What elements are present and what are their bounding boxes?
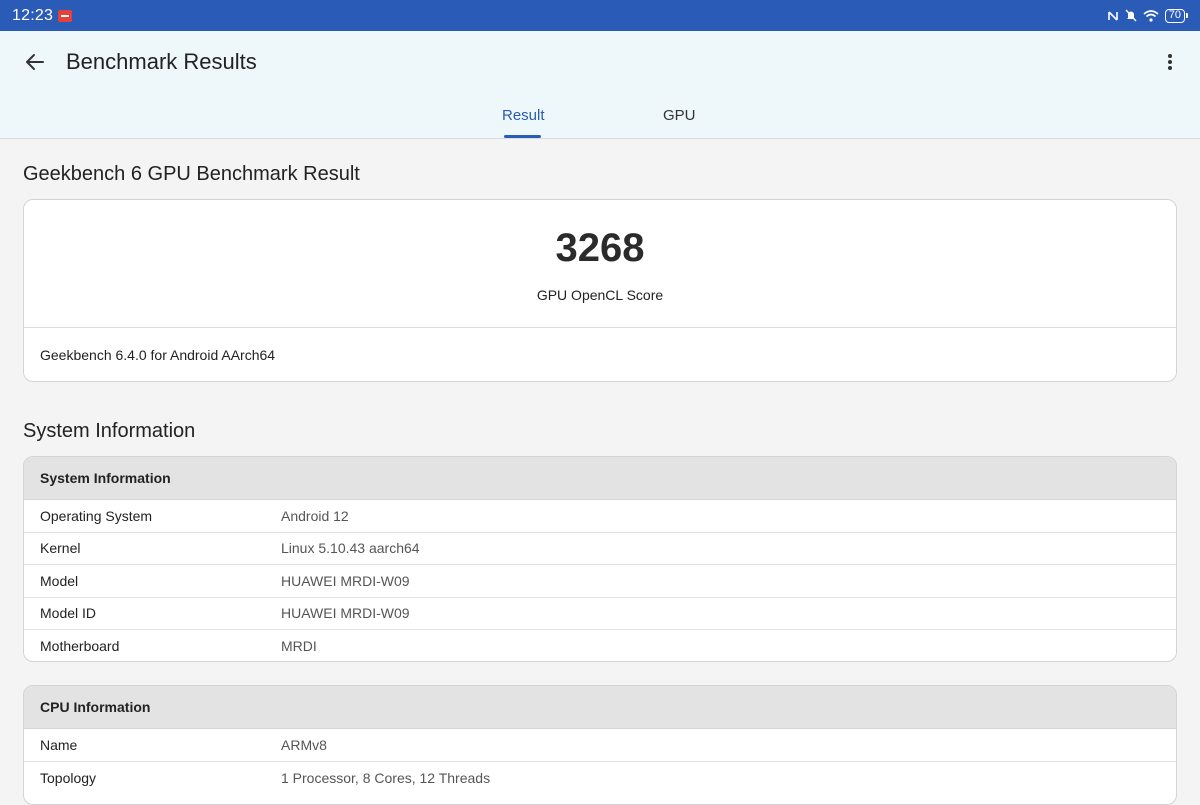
table-row: Kernel Linux 5.10.43 aarch64 <box>24 533 1176 565</box>
row-key: Model ID <box>40 605 97 622</box>
notification-app-icon <box>58 9 73 22</box>
status-left: 12:23 <box>12 6 73 25</box>
table-row: Topology 1 Processor, 8 Cores, 12 Thread… <box>24 762 1176 795</box>
row-value: ARMv8 <box>281 736 327 753</box>
row-key: Kernel <box>40 540 81 557</box>
tab-result[interactable]: Result <box>502 107 545 124</box>
benchmark-section-title: Geekbench 6 GPU Benchmark Result <box>23 163 360 185</box>
arrow-left-icon <box>26 54 44 70</box>
divider <box>24 327 1176 328</box>
main-content[interactable]: Geekbench 6 GPU Benchmark Result 3268 GP… <box>0 139 1200 805</box>
more-options-button[interactable] <box>1160 49 1180 75</box>
page-title: Benchmark Results <box>66 49 257 74</box>
mute-icon <box>1125 9 1137 23</box>
version-text: Geekbench 6.4.0 for Android AArch64 <box>40 347 276 363</box>
row-key: Motherboard <box>40 638 120 655</box>
table-row: Name ARMv8 <box>24 729 1176 762</box>
battery-icon: 70 <box>1164 8 1188 23</box>
tab-gpu[interactable]: GPU <box>663 107 696 124</box>
tab-indicator <box>504 135 541 138</box>
score-label: GPU OpenCL Score <box>536 287 664 303</box>
row-value: HUAWEI MRDI-W09 <box>281 605 410 622</box>
table-row: Operating System Android 12 <box>24 500 1176 533</box>
row-key: Model <box>40 572 79 589</box>
wifi-icon <box>1143 9 1159 23</box>
row-key: Topology <box>40 769 97 786</box>
cpu-info-card: CPU Information Name ARMv8 Topology 1 Pr… <box>23 685 1177 805</box>
row-value: Android 12 <box>281 507 349 524</box>
nfc-icon <box>1107 9 1119 23</box>
cpu-info-card-title: CPU Information <box>24 686 1176 729</box>
battery-level: 70 <box>1164 8 1185 23</box>
row-value: MRDI <box>281 638 317 655</box>
system-info-section-title: System Information <box>23 420 196 442</box>
table-row: Model HUAWEI MRDI-W09 <box>24 565 1176 598</box>
row-value: 1 Processor, 8 Cores, 12 Threads <box>281 769 491 786</box>
row-key: Operating System <box>40 507 153 524</box>
app-header: Benchmark Results Result GPU <box>0 31 1200 139</box>
row-value: HUAWEI MRDI-W09 <box>281 572 410 589</box>
status-bar: 12:23 70 <box>0 0 1200 31</box>
more-vert-icon <box>1168 54 1172 70</box>
tab-bar: Result GPU <box>0 101 1200 139</box>
score-card: 3268 GPU OpenCL Score Geekbench 6.4.0 fo… <box>23 199 1177 382</box>
back-button[interactable] <box>22 49 48 75</box>
status-right: 70 <box>1107 8 1188 23</box>
system-info-card-title: System Information <box>24 457 1176 500</box>
row-key: Name <box>40 736 78 753</box>
status-time: 12:23 <box>12 6 54 24</box>
table-row: Motherboard MRDI <box>24 630 1176 661</box>
row-value: Linux 5.10.43 aarch64 <box>281 540 420 557</box>
table-row: Model ID HUAWEI MRDI-W09 <box>24 598 1176 630</box>
score-value: 3268 <box>555 226 645 270</box>
system-info-card: System Information Operating System Andr… <box>23 456 1177 662</box>
